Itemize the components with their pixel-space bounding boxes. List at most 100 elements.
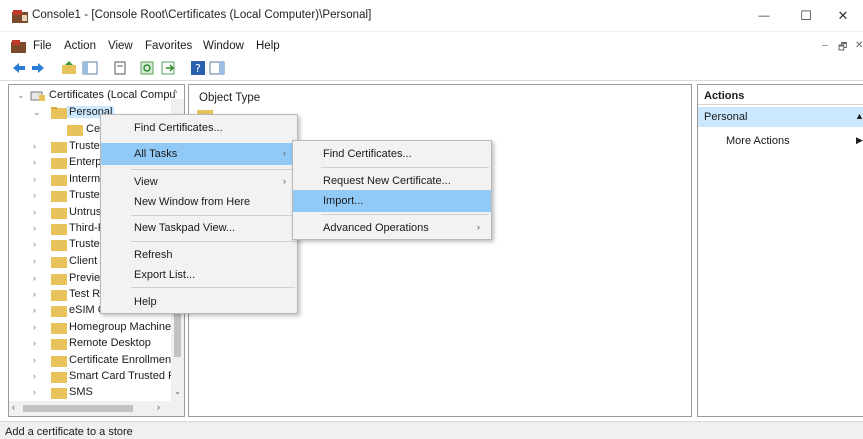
collapsed-arrow-icon[interactable]: ›: [33, 371, 41, 381]
inner-minimize-button[interactable]: –: [822, 40, 828, 51]
minimize-button[interactable]: —: [741, 0, 787, 32]
menu-item-label: Request New Certificate...: [323, 175, 451, 187]
submenu-arrow-icon: ›: [477, 222, 480, 232]
inner-close-button[interactable]: ✕: [855, 40, 863, 51]
collapsed-arrow-icon[interactable]: ›: [33, 223, 41, 233]
folder-icon: [51, 339, 67, 350]
refresh-icon[interactable]: [139, 60, 155, 76]
collapsed-arrow-icon[interactable]: ›: [33, 289, 41, 299]
back-arrow-icon[interactable]: [11, 60, 27, 76]
menu-item-label: Refresh: [134, 249, 173, 261]
folder-icon: [51, 323, 67, 334]
submenu-arrow-icon: ▶: [856, 135, 863, 145]
scroll-left-icon[interactable]: ‹: [12, 402, 15, 412]
collapsed-arrow-icon[interactable]: ›: [33, 273, 41, 283]
tree-scroll-up-icon[interactable]: ^: [173, 88, 177, 98]
maximize-icon: ☐: [800, 8, 812, 23]
tree-item-label: Certificate Enrollmen: [69, 354, 172, 366]
more-actions-link[interactable]: More Actions: [726, 135, 790, 147]
svg-text:?: ?: [195, 62, 201, 75]
close-icon: ✕: [837, 8, 849, 23]
submenu-item-advanced-operations[interactable]: Advanced Operations ›: [293, 217, 491, 239]
tree-item[interactable]: › Homegroup Machine: [9, 320, 179, 336]
window-title: Console1 - [Console Root\Certificates (L…: [32, 9, 372, 21]
actions-section-label: Personal: [704, 111, 748, 123]
scrollbar-thumb[interactable]: [23, 405, 133, 412]
context-menu: Find Certificates... All Tasks › View › Ne…: [100, 114, 298, 314]
inner-restore-button[interactable]: 🗗: [838, 40, 847, 57]
menu-window[interactable]: Window: [203, 40, 244, 52]
menu-item-label: New Window from Here: [134, 196, 251, 208]
collapsed-arrow-icon[interactable]: ›: [33, 322, 41, 332]
menu-item-label: Advanced Operations: [323, 222, 429, 234]
menu-separator: [321, 214, 489, 215]
tree-root[interactable]: ⌄ Certificates (Local Compu: [9, 88, 179, 104]
tree-item[interactable]: › Smart Card Trusted R: [9, 369, 179, 385]
tree-item[interactable]: › SMS: [9, 385, 179, 401]
folder-icon: [51, 257, 67, 268]
tree-item[interactable]: › Certificate Enrollmen: [9, 353, 179, 369]
collapsed-arrow-icon[interactable]: ›: [33, 141, 41, 151]
scroll-down-icon[interactable]: ⌄: [173, 387, 182, 396]
collapsed-arrow-icon[interactable]: ›: [33, 338, 41, 348]
menu-item-help[interactable]: Help: [101, 291, 297, 313]
collapsed-arrow-icon[interactable]: ›: [33, 355, 41, 365]
column-header-object-type[interactable]: Object Type: [199, 92, 260, 104]
up-folder-icon[interactable]: [61, 60, 77, 76]
toolbar: ?: [0, 57, 863, 81]
collapsed-arrow-icon[interactable]: ›: [33, 157, 41, 167]
action-pane-icon[interactable]: [209, 60, 225, 76]
menu-item-find-certificates[interactable]: Find Certificates...: [101, 117, 297, 139]
submenu-item-request-new-certificate[interactable]: Request New Certificate...: [293, 170, 491, 192]
folder-icon: [51, 372, 67, 383]
submenu-item-find-certificates[interactable]: Find Certificates...: [293, 143, 491, 165]
tree-item-label: Remote Desktop: [69, 337, 151, 349]
properties-icon[interactable]: [112, 60, 128, 76]
tree-item[interactable]: › Remote Desktop: [9, 336, 179, 352]
actions-section-personal[interactable]: Personal ▲: [698, 107, 863, 127]
collapsed-arrow-icon[interactable]: ›: [33, 190, 41, 200]
folder-icon: [51, 224, 67, 235]
menu-item-export-list[interactable]: Export List...: [101, 264, 297, 286]
folder-icon: [51, 158, 67, 169]
menu-favorites[interactable]: Favorites: [145, 40, 192, 52]
menu-item-new-taskpad-view[interactable]: New Taskpad View...: [101, 217, 297, 239]
menu-help[interactable]: Help: [256, 40, 280, 52]
close-button[interactable]: ✕: [820, 0, 863, 32]
folder-icon: [51, 274, 67, 285]
collapsed-arrow-icon[interactable]: ›: [33, 387, 41, 397]
menu-item-view[interactable]: View ›: [101, 171, 297, 193]
collapsed-arrow-icon[interactable]: ›: [33, 174, 41, 184]
help-icon[interactable]: ?: [190, 60, 206, 76]
menu-file[interactable]: File: [33, 40, 52, 52]
collapsed-arrow-icon[interactable]: ›: [33, 239, 41, 249]
folder-icon: [51, 306, 67, 317]
menu-separator: [131, 287, 295, 288]
tree-horizontal-scrollbar[interactable]: ‹ ›: [9, 401, 184, 416]
show-hide-tree-icon[interactable]: [82, 60, 98, 76]
submenu-arrow-icon: ›: [283, 148, 286, 158]
collapsed-arrow-icon[interactable]: ›: [33, 207, 41, 217]
menu-item-new-window[interactable]: New Window from Here: [101, 191, 297, 213]
expand-arrow-icon[interactable]: ⌄: [33, 107, 41, 117]
tree-root-label: Certificates (Local Compu: [49, 89, 176, 101]
folder-icon: [51, 142, 67, 153]
menu-item-label: Help: [134, 296, 157, 308]
collapsed-arrow-icon[interactable]: ›: [33, 256, 41, 266]
scroll-right-icon[interactable]: ›: [157, 402, 160, 412]
menu-view[interactable]: View: [108, 40, 133, 52]
expand-arrow-icon[interactable]: ⌄: [17, 90, 25, 100]
menu-action[interactable]: Action: [64, 40, 96, 52]
menu-item-refresh[interactable]: Refresh: [101, 244, 297, 266]
console-icon[interactable]: [11, 40, 26, 53]
actions-header-label: Actions: [704, 90, 745, 102]
submenu-item-import[interactable]: Import...: [293, 190, 491, 212]
collapsed-arrow-icon[interactable]: ›: [33, 305, 41, 315]
menu-item-label: All Tasks: [134, 148, 178, 160]
menu-item-all-tasks[interactable]: All Tasks ›: [101, 143, 297, 165]
export-list-icon[interactable]: [160, 60, 176, 76]
folder-icon: [51, 208, 67, 219]
menu-item-label: Export List...: [134, 269, 196, 281]
forward-arrow-icon[interactable]: [30, 60, 46, 76]
collapse-caret-icon[interactable]: ▲: [855, 111, 863, 121]
